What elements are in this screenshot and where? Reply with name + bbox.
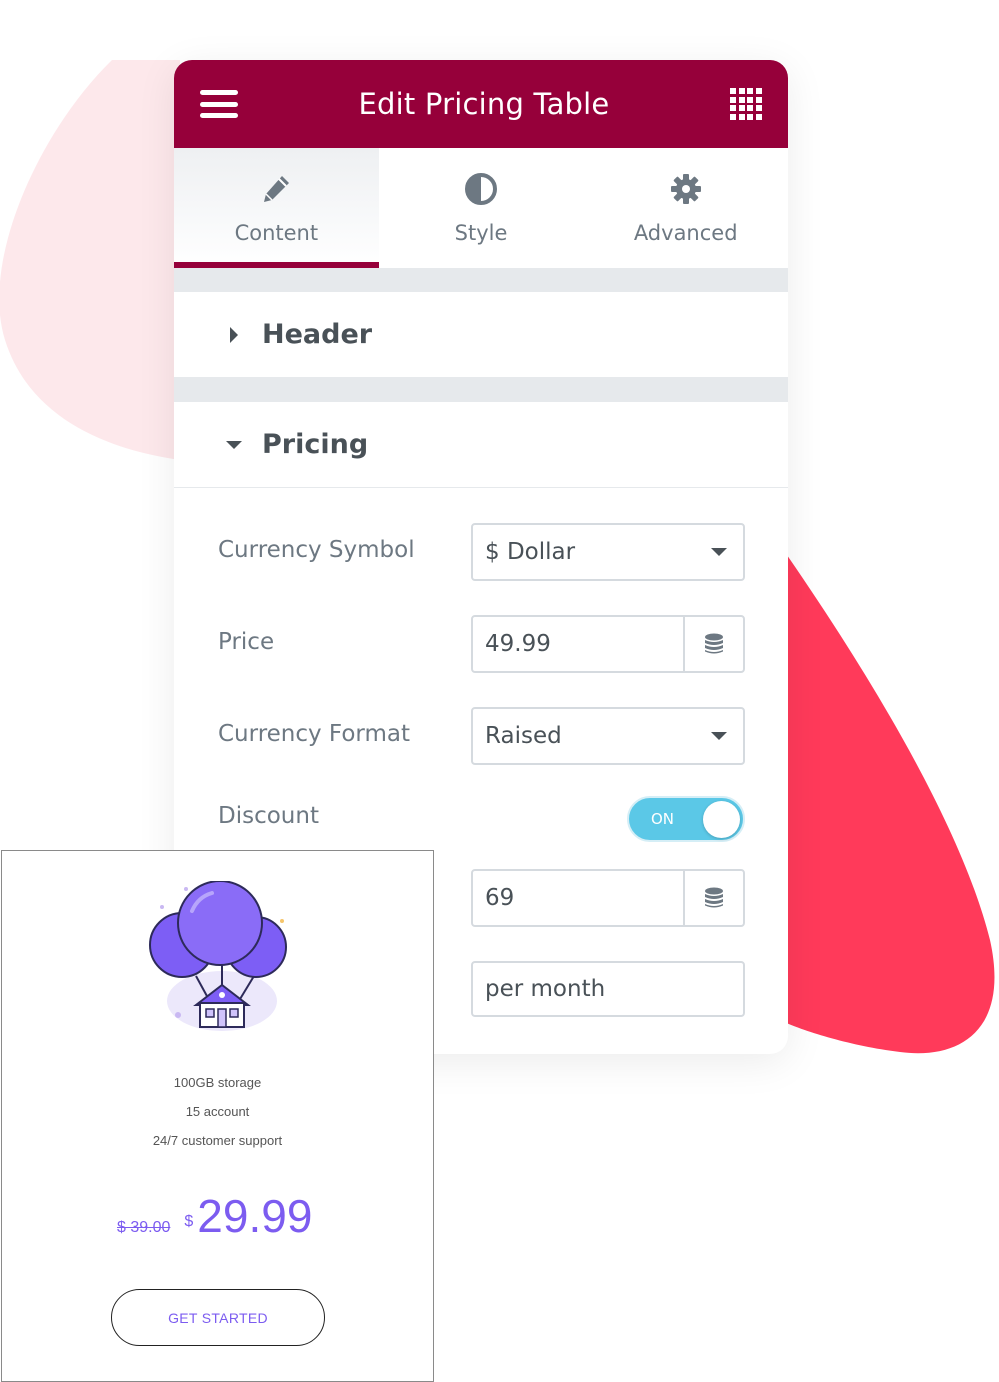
half-circle-icon xyxy=(463,171,499,207)
discount-toggle[interactable]: ON xyxy=(627,796,745,842)
sale-price-input[interactable]: 69 xyxy=(471,869,745,927)
price-label: Price xyxy=(218,629,275,655)
period-input[interactable]: per month xyxy=(471,961,745,1017)
tab-advanced-label: Advanced xyxy=(633,221,738,245)
currency-symbol: $ xyxy=(184,1213,194,1230)
editor-tabs: Content Style Advanced xyxy=(174,148,788,268)
section-header-toggle[interactable]: Header xyxy=(174,292,788,378)
grid-icon[interactable] xyxy=(730,88,762,120)
chevron-down-icon xyxy=(711,732,727,740)
discount-label: Discount xyxy=(218,803,319,829)
original-price: $ 39.00 xyxy=(117,1219,171,1236)
discount-toggle-text: ON xyxy=(651,810,675,828)
tab-advanced[interactable]: Advanced xyxy=(583,148,788,268)
balloon-house-illustration xyxy=(149,881,287,1031)
chevron-down-icon xyxy=(711,548,727,556)
database-icon xyxy=(705,633,723,654)
pricing-card-preview: 100GB storage 15 account 24/7 customer s… xyxy=(1,850,434,1382)
editor-topbar: Edit Pricing Table xyxy=(174,60,788,148)
price-value: 49.99 xyxy=(485,631,551,657)
section-divider xyxy=(174,268,788,292)
gear-icon xyxy=(668,171,704,207)
sale-price: 29.99 xyxy=(197,1190,313,1242)
section-divider xyxy=(174,378,788,402)
tab-style-label: Style xyxy=(454,221,508,245)
tab-content-label: Content xyxy=(234,221,319,245)
tab-content[interactable]: Content xyxy=(174,148,379,268)
toggle-knob xyxy=(703,801,740,838)
database-icon xyxy=(705,887,723,908)
dynamic-tags-button[interactable] xyxy=(683,617,743,671)
feature-list: 100GB storage 15 account 24/7 customer s… xyxy=(2,1073,433,1160)
period-value: per month xyxy=(485,976,606,1002)
currency-symbol-row: Currency Symbol $ Dollar xyxy=(174,523,788,615)
feature-item: 24/7 customer support xyxy=(152,1133,283,1148)
hamburger-icon[interactable] xyxy=(200,90,238,118)
section-pricing-toggle[interactable]: Pricing xyxy=(174,402,788,488)
feature-item: 100GB storage xyxy=(173,1075,262,1090)
pencil-icon xyxy=(258,171,294,207)
currency-symbol-select[interactable]: $ Dollar xyxy=(471,523,745,581)
currency-symbol-label: Currency Symbol xyxy=(218,537,415,563)
currency-symbol-value: $ Dollar xyxy=(485,539,576,565)
currency-format-label: Currency Format xyxy=(218,721,410,747)
section-header-title: Header xyxy=(262,319,373,350)
currency-format-select[interactable]: Raised xyxy=(471,707,745,765)
caret-down-icon xyxy=(222,439,246,451)
caret-right-icon xyxy=(222,326,246,344)
section-pricing-title: Pricing xyxy=(262,429,369,460)
dynamic-tags-button[interactable] xyxy=(683,871,743,925)
feature-item: 15 account xyxy=(185,1104,250,1119)
price-display: $ 39.00 $ 29.99 xyxy=(117,1189,312,1243)
sale-price-value: 69 xyxy=(485,885,515,911)
currency-format-row: Currency Format Raised xyxy=(174,707,788,799)
tab-style[interactable]: Style xyxy=(379,148,584,268)
price-row: Price 49.99 xyxy=(174,615,788,707)
price-input[interactable]: 49.99 xyxy=(471,615,745,673)
currency-format-value: Raised xyxy=(485,723,562,749)
editor-title: Edit Pricing Table xyxy=(358,87,610,121)
get-started-button[interactable]: GET STARTED xyxy=(111,1289,325,1346)
